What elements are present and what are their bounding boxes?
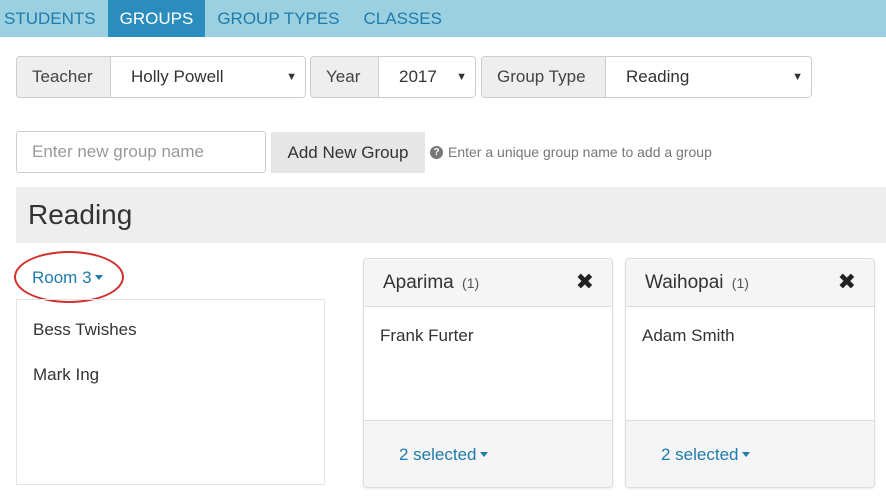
group-member-count: (1): [731, 275, 749, 291]
caret-down-icon: [479, 452, 488, 458]
question-circle-icon: ?: [430, 145, 443, 159]
selection-dropdown-toggle[interactable]: 2 selected: [661, 445, 750, 465]
add-group-hint: ? Enter a unique group name to add a gro…: [430, 144, 712, 160]
teacher-label: Teacher: [17, 57, 111, 97]
group-type-header: Reading: [16, 187, 886, 243]
class-dropdown-toggle[interactable]: Room 3: [32, 268, 103, 288]
group-name: Aparima: [383, 272, 454, 293]
group-panel-aparima: Aparima (1) ✖ Frank Furter 2 selected: [363, 258, 613, 488]
year-select[interactable]: 2017 ▼: [379, 57, 475, 97]
group-member[interactable]: Adam Smith: [642, 326, 735, 346]
selection-count: 2 selected: [399, 445, 477, 464]
group-type-select-value: Reading: [626, 67, 690, 86]
group-type-label: Group Type: [482, 57, 606, 97]
tab-students[interactable]: STUDENTS: [0, 0, 108, 37]
add-group-hint-text: Enter a unique group name to add a group: [448, 144, 712, 160]
student-item[interactable]: Mark Ing: [33, 365, 99, 385]
close-icon[interactable]: ✖: [838, 269, 856, 295]
group-type-filter: Group Type Reading ▼: [481, 56, 812, 98]
unassigned-student-list: Bess Twishes Mark Ing: [16, 299, 325, 485]
year-label: Year: [311, 57, 379, 97]
teacher-filter: Teacher Holly Powell ▼: [16, 56, 306, 98]
teacher-select[interactable]: Holly Powell ▼: [111, 57, 305, 97]
group-panel-waihopai: Waihopai (1) ✖ Adam Smith 2 selected: [625, 258, 875, 488]
class-dropdown-label: Room 3: [32, 268, 92, 287]
caret-down-icon: [741, 452, 750, 458]
group-panel-footer: 2 selected: [626, 420, 874, 487]
tab-group-types[interactable]: GROUP TYPES: [205, 0, 351, 37]
group-panel-footer: 2 selected: [364, 420, 612, 487]
add-new-group-button[interactable]: Add New Group: [271, 132, 425, 173]
tab-groups[interactable]: GROUPS: [107, 0, 206, 37]
group-title: Aparima (1): [383, 272, 479, 294]
top-nav: STUDENTS GROUPS GROUP TYPES CLASSES: [0, 0, 886, 37]
new-group-name-input[interactable]: [16, 131, 266, 173]
year-filter: Year 2017 ▼: [310, 56, 476, 98]
year-select-value: 2017: [399, 67, 437, 86]
group-member[interactable]: Frank Furter: [380, 326, 474, 346]
close-icon[interactable]: ✖: [576, 269, 594, 295]
group-member-count: (1): [462, 275, 480, 291]
group-title: Waihopai (1): [645, 272, 749, 294]
group-panel-header: Waihopai (1) ✖: [626, 259, 874, 307]
group-panel-header: Aparima (1) ✖: [364, 259, 612, 307]
tab-classes[interactable]: CLASSES: [352, 0, 454, 37]
selection-dropdown-toggle[interactable]: 2 selected: [399, 445, 488, 465]
group-type-select[interactable]: Reading ▼: [606, 57, 811, 97]
student-item[interactable]: Bess Twishes: [33, 320, 137, 340]
caret-down-icon: ▼: [456, 71, 467, 83]
selection-count: 2 selected: [661, 445, 739, 464]
teacher-select-value: Holly Powell: [131, 67, 224, 86]
caret-down-icon: ▼: [286, 71, 297, 83]
group-type-title: Reading: [28, 199, 133, 230]
caret-down-icon: ▼: [792, 71, 803, 83]
caret-down-icon: [94, 275, 103, 281]
group-name: Waihopai: [645, 272, 724, 293]
